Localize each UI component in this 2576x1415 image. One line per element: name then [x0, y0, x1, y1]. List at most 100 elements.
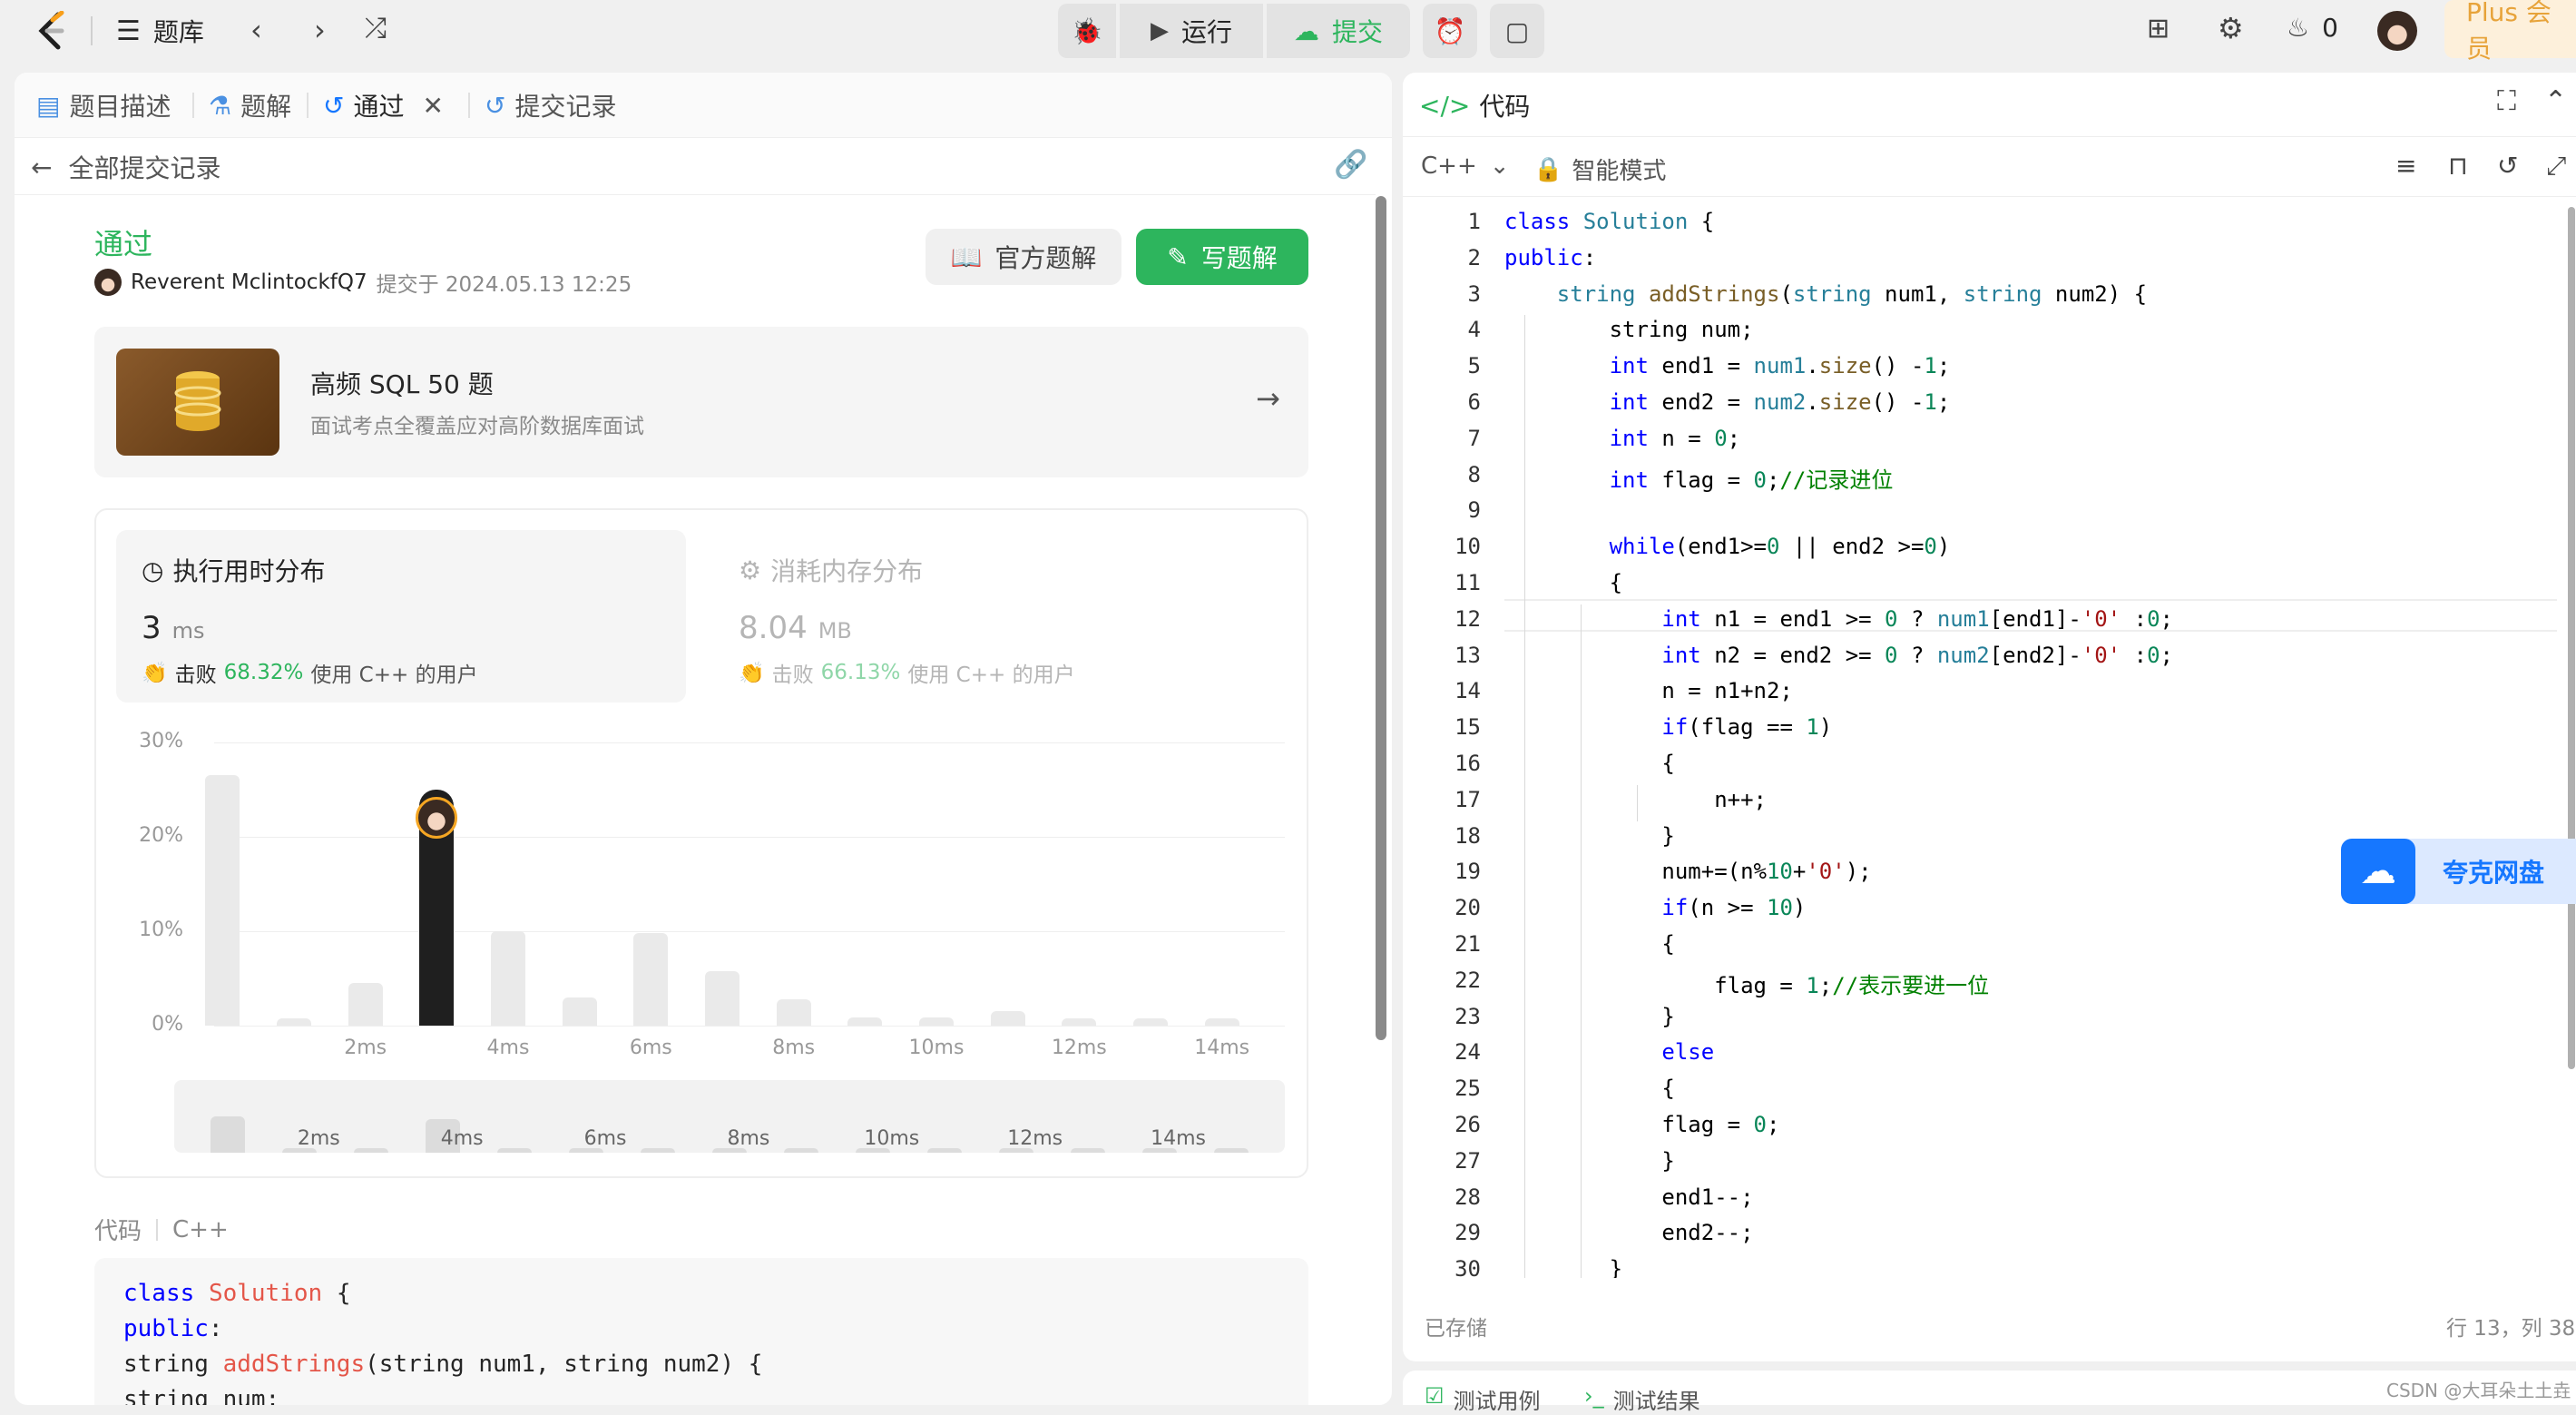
next-problem-icon[interactable]: › — [314, 13, 326, 47]
chart-bar[interactable] — [1204, 1017, 1239, 1026]
line-number: 15 — [1455, 714, 1481, 741]
shuffle-icon[interactable]: ⤮ — [365, 13, 387, 44]
settings-gear-icon[interactable]: ⚙ — [2218, 11, 2244, 45]
link-icon[interactable]: 🔗 — [1334, 149, 1367, 181]
smart-mode-toggle[interactable]: 🔒 智能模式 — [1533, 152, 1666, 186]
chart-range-slider[interactable]: 2ms 4ms 6ms 8ms 10ms 12ms 14ms — [174, 1080, 1285, 1153]
tab-testcase[interactable]: ☑ 测试用例 — [1425, 1383, 1541, 1415]
code-line[interactable]: int n1 = end1 >= 0 ? num1[end1]-'0' :0; — [1504, 606, 2173, 632]
collapse-icon[interactable]: ⌃ — [2544, 85, 2567, 117]
chart-gridline — [214, 742, 1285, 743]
code-line[interactable]: int end2 = num2.size() -1; — [1504, 389, 1951, 415]
chart-bar[interactable] — [919, 1017, 954, 1026]
tab-submissions[interactable]: ↺ 提交记录 — [485, 87, 616, 123]
code-line[interactable]: num+=(n%10+'0'); — [1504, 859, 1871, 884]
code-preview-line: string addStrings(string num1, string nu… — [123, 1351, 763, 1378]
reset-icon[interactable]: ↺ — [2497, 151, 2518, 181]
streak-counter[interactable]: ♨ 0 — [2287, 13, 2338, 43]
user-avatar[interactable] — [2377, 11, 2417, 51]
code-line[interactable]: { — [1504, 931, 1674, 957]
code-line[interactable]: flag = 1;//表示要进一位 — [1504, 968, 1989, 999]
flame-icon: ♨ — [2287, 13, 2310, 43]
chart-bar[interactable] — [633, 933, 669, 1026]
chart-bar[interactable] — [1133, 1017, 1168, 1026]
line-number: 24 — [1455, 1039, 1481, 1066]
line-number: 8 — [1467, 461, 1481, 487]
code-line[interactable]: } — [1504, 823, 1674, 849]
submit-button[interactable]: ☁ 提交 — [1267, 4, 1410, 58]
official-solution-button[interactable]: 📖 官方题解 — [926, 229, 1121, 285]
chart-bar[interactable] — [990, 1011, 1025, 1026]
tab-description[interactable]: ▤ 题目描述 — [36, 87, 171, 123]
code-line[interactable]: { — [1504, 751, 1674, 776]
promo-card[interactable]: 高频 SQL 50 题 面试考点全覆盖应对高阶数据库面试 → — [94, 327, 1308, 477]
runtime-distribution-chart[interactable]: 30% 20% 10% 0% 2ms 4ms 6ms 8ms 10ms 12ms 14ms 2ms 4m… — [96, 719, 1307, 1164]
code-line[interactable]: if(flag == 1) — [1504, 714, 1832, 740]
plus-member-button[interactable]: Plus 会员 — [2444, 0, 2576, 64]
code-line[interactable]: n++; — [1504, 787, 1767, 812]
code-preview-line: public: — [123, 1315, 223, 1342]
quark-drive-button[interactable]: ☁ 夸克网盘 — [2341, 839, 2576, 904]
author-avatar[interactable] — [94, 269, 122, 296]
code-line[interactable]: string num; — [1504, 317, 1754, 342]
chart-gridline — [214, 837, 1285, 838]
notes-button[interactable]: ▢ — [1490, 4, 1544, 58]
code-line[interactable]: int end1 = num1.size() -1; — [1504, 353, 1951, 378]
code-line[interactable]: while(end1>=0 || end2 >=0) — [1504, 534, 1951, 559]
problem-list-button[interactable]: ☰ 题库 — [116, 13, 204, 49]
author-name[interactable]: Reverent MclintockfQ7 — [131, 270, 367, 294]
language-select[interactable]: C++ ⌄ — [1421, 152, 1510, 180]
layout-grid-icon[interactable]: ⊞ — [2147, 13, 2170, 44]
chart-bar[interactable] — [705, 970, 739, 1026]
tab-testresult[interactable]: ›_ 测试结果 — [1584, 1383, 1700, 1415]
chart-bar[interactable] — [776, 998, 811, 1026]
code-line[interactable]: public: — [1504, 245, 1596, 270]
bookmark-icon[interactable]: ⊓ — [2448, 151, 2468, 181]
runtime-card[interactable]: ◷ 执行用时分布 3 ms 👏 击败 68.32% 使用 C++ 的用户 — [116, 530, 686, 703]
chart-bar[interactable] — [491, 931, 525, 1026]
code-line[interactable]: flag = 0; — [1504, 1112, 1779, 1137]
code-line[interactable]: } — [1504, 1256, 1622, 1278]
leetcode-logo-icon[interactable] — [34, 10, 71, 51]
x-tick-label: 10ms — [908, 1037, 965, 1059]
chart-bar[interactable] — [277, 1017, 311, 1026]
code-line[interactable]: else — [1504, 1039, 1714, 1065]
chart-bar[interactable] — [562, 997, 597, 1026]
chart-bar[interactable] — [348, 983, 383, 1026]
code-line[interactable]: end1--; — [1504, 1184, 1753, 1210]
code-line[interactable]: end2--; — [1504, 1220, 1753, 1245]
minimap-bar — [211, 1116, 246, 1153]
run-button[interactable]: ▶ 运行 — [1120, 4, 1263, 58]
code-line[interactable]: string addStrings(string num1, string nu… — [1504, 281, 2147, 307]
chart-bar[interactable] — [205, 775, 240, 1026]
expand-icon[interactable]: ⤢ — [2546, 151, 2566, 182]
code-line[interactable]: { — [1504, 1076, 1674, 1101]
editor-scrollbar[interactable] — [2568, 207, 2575, 1069]
write-solution-button[interactable]: ✎ 写题解 — [1136, 229, 1308, 285]
memory-card[interactable]: ⚙ 消耗内存分布 8.04 MB 👏 击败 66.13% 使用 C++ 的用户 — [713, 530, 1283, 703]
code-line[interactable]: class Solution { — [1504, 209, 1714, 234]
debug-button[interactable]: 🐞 — [1058, 4, 1116, 58]
code-area[interactable]: 1 class Solution {2 public: 3 string addStr… — [1403, 207, 2564, 1278]
code-line[interactable]: n = n1+n2; — [1504, 678, 1793, 703]
code-line[interactable]: int n = 0; — [1504, 426, 1741, 451]
back-to-submissions[interactable]: ← 全部提交记录 — [31, 149, 220, 185]
tab-accepted[interactable]: ↺ 通过 ✕ — [323, 87, 444, 123]
code-line[interactable]: if(n >= 10) — [1504, 895, 1806, 920]
chart-bar[interactable] — [847, 1017, 883, 1026]
code-line[interactable]: } — [1504, 1004, 1674, 1029]
prev-problem-icon[interactable]: ‹ — [250, 13, 262, 47]
code-line[interactable]: } — [1504, 1148, 1674, 1174]
user-marker-avatar — [416, 797, 458, 839]
code-line[interactable]: { — [1504, 570, 1622, 595]
tab-solutions[interactable]: ⚗ 题解 — [209, 87, 291, 123]
fullscreen-icon[interactable]: ⛶ — [2497, 85, 2516, 117]
timer-button[interactable]: ⏰ — [1423, 4, 1477, 58]
left-scrollbar[interactable] — [1376, 196, 1386, 1040]
code-line[interactable]: int flag = 0;//记录进位 — [1504, 462, 1894, 494]
code-line[interactable]: int n2 = end2 >= 0 ? num2[end2]-'0' :0; — [1504, 643, 2173, 668]
close-tab-icon[interactable]: ✕ — [422, 91, 443, 121]
format-icon[interactable]: ≡ — [2395, 151, 2416, 181]
tab-testresult-label: 测试结果 — [1612, 1389, 1700, 1414]
chart-bar[interactable] — [1062, 1017, 1097, 1026]
